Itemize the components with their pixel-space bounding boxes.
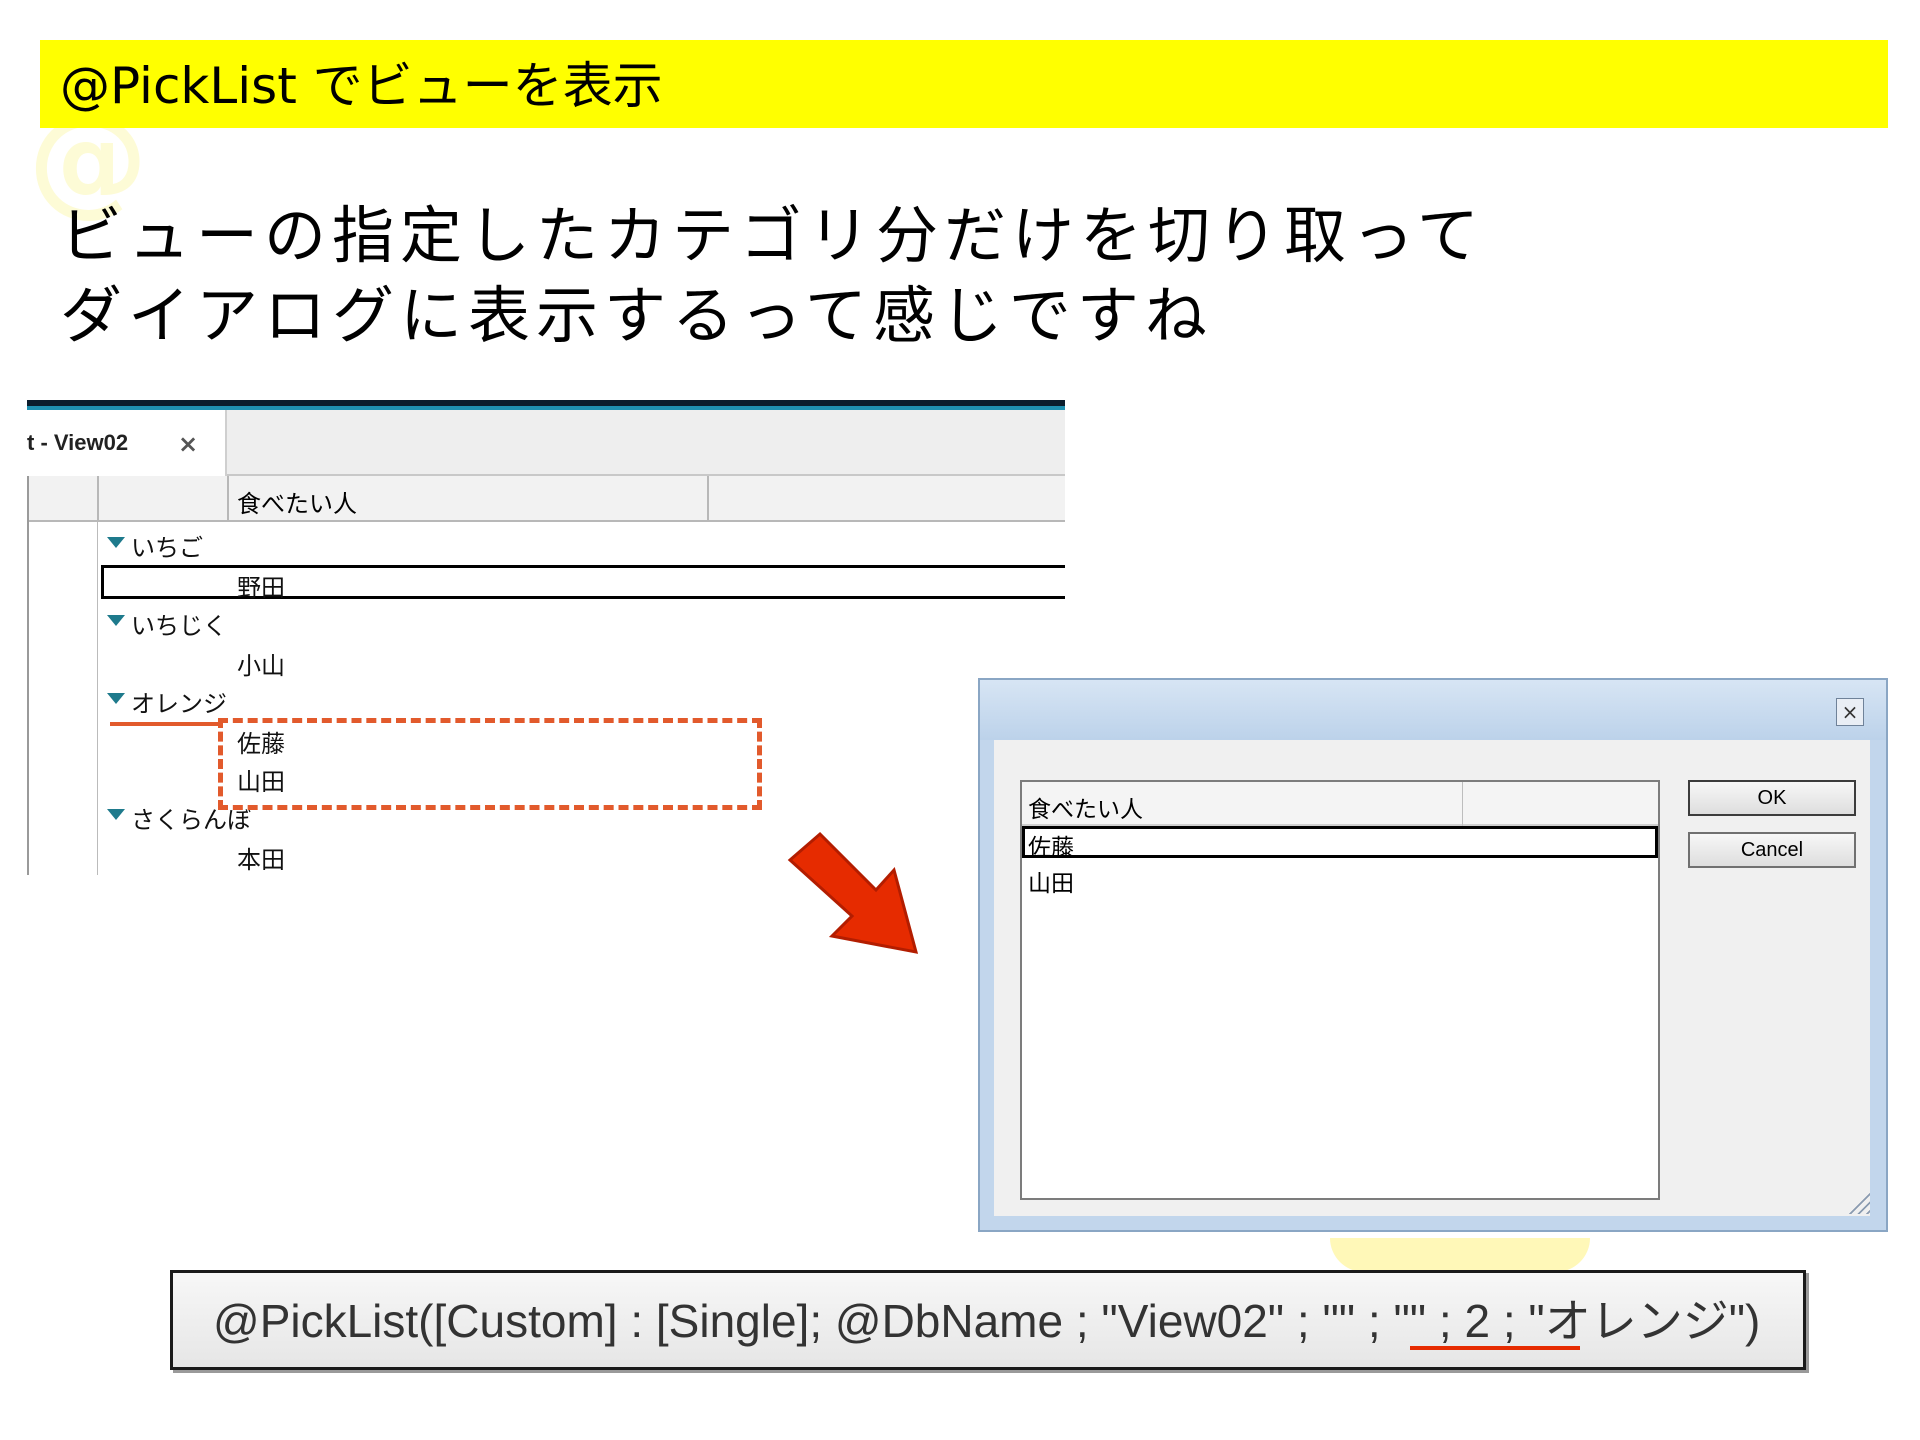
picklist-dialog: × 食べたい人 佐藤 山田 OK Cancel: [978, 678, 1888, 1232]
column-divider[interactable]: [227, 476, 229, 522]
document-row[interactable]: 本田: [237, 840, 285, 875]
arrow-icon: [787, 831, 919, 954]
expand-triangle-icon[interactable]: [107, 809, 125, 820]
tab-label: t - View02: [27, 430, 129, 455]
expand-triangle-icon[interactable]: [107, 693, 125, 704]
expand-triangle-icon[interactable]: [107, 537, 125, 548]
view-column-header: [27, 476, 1065, 522]
slide-title: @PickList でビューを表示: [60, 57, 663, 115]
column-divider[interactable]: [707, 476, 709, 522]
dialog-list-item[interactable]: 佐藤: [1028, 828, 1074, 862]
tab-close-icon[interactable]: ×: [178, 430, 198, 458]
dialog-title-bar[interactable]: [980, 680, 1886, 740]
ok-button[interactable]: OK: [1688, 780, 1856, 816]
formula-text: @PickList([Custom] : [Single]; @DbName ;…: [213, 1295, 1761, 1347]
selection-margin: [97, 522, 98, 875]
dialog-list[interactable]: 食べたい人 佐藤 山田: [1020, 780, 1660, 1200]
formula-underline: [1410, 1346, 1580, 1350]
formula-box: @PickList([Custom] : [Single]; @DbName ;…: [170, 1270, 1806, 1370]
expand-triangle-icon[interactable]: [107, 615, 125, 626]
document-row[interactable]: 小山: [237, 646, 285, 681]
dashed-highlight-box: [218, 718, 762, 810]
headline: ビューの指定したカテゴリ分だけを切り取って ダイアログに表示するって感じですね: [60, 196, 1485, 356]
dialog-close-icon[interactable]: ×: [1836, 698, 1864, 726]
dialog-column-header[interactable]: 食べたい人: [1028, 790, 1143, 824]
cancel-button[interactable]: Cancel: [1688, 832, 1856, 868]
column-divider[interactable]: [1462, 782, 1463, 826]
column-divider[interactable]: [97, 476, 99, 522]
category-row[interactable]: いちご: [131, 528, 203, 563]
document-row[interactable]: 野田: [237, 568, 285, 603]
category-underline: [110, 722, 218, 726]
headline-line-1: ビューの指定したカテゴリ分だけを切り取って: [60, 199, 1485, 272]
category-row[interactable]: いちじく: [131, 606, 227, 641]
view-left-border: [27, 476, 29, 875]
dialog-selected-row[interactable]: [1022, 826, 1658, 858]
watermark-shape: [1330, 1238, 1590, 1272]
dashed-highlight-left: [218, 718, 228, 810]
category-row-orange[interactable]: オレンジ: [131, 684, 227, 719]
dialog-list-item[interactable]: 山田: [1028, 864, 1074, 898]
headline-line-2: ダイアログに表示するって感じですね: [60, 279, 1213, 352]
column-header-eaters[interactable]: 食べたい人: [237, 484, 357, 519]
